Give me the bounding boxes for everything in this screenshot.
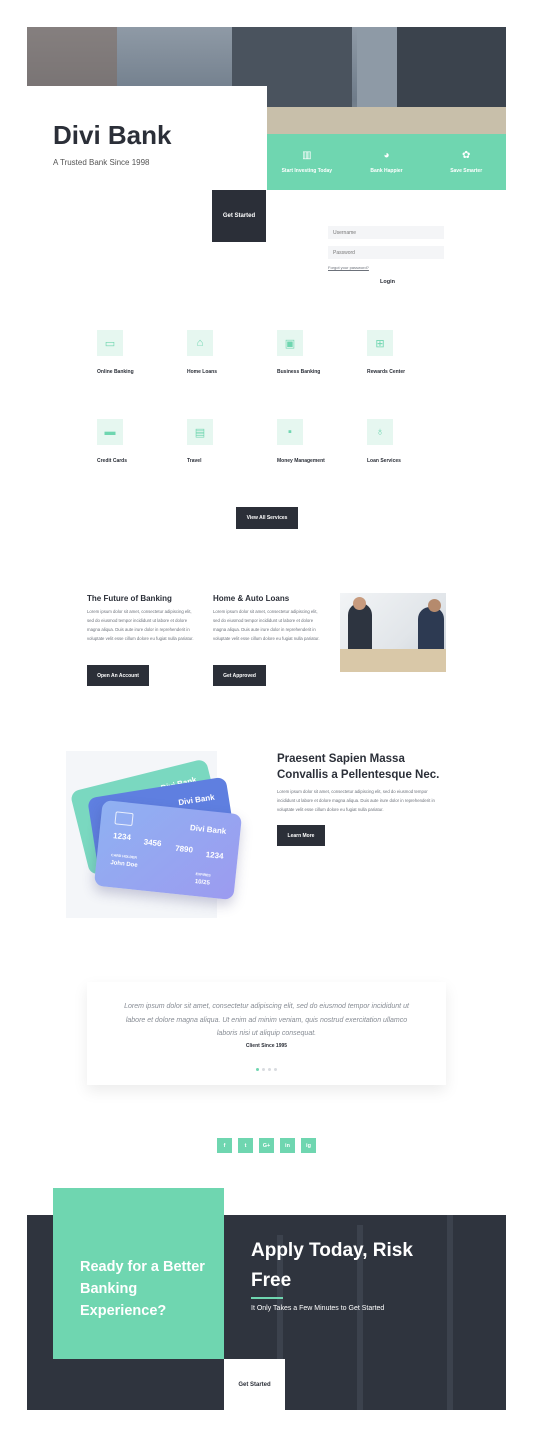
suitcase-icon: ▤: [194, 426, 206, 439]
column-title-future-banking: The Future of Banking: [87, 594, 172, 603]
house-icon: ⌂: [196, 337, 204, 349]
cta-get-started-button[interactable]: Get Started: [224, 1359, 285, 1410]
service-travel[interactable]: ▤ Travel: [187, 419, 267, 464]
money-icon: ▪: [288, 426, 292, 438]
card-chip-icon: [114, 811, 134, 827]
business-meeting-photo: [340, 593, 446, 672]
testimonial-author: Client Since 1995: [245, 1043, 288, 1049]
get-approved-button[interactable]: Get Approved: [213, 665, 266, 686]
pagination-dot[interactable]: [274, 1068, 277, 1071]
open-account-button[interactable]: Open An Account: [87, 665, 149, 686]
service-loan-services[interactable]: ♁ Loan Services: [367, 419, 447, 464]
cards-section-text: Lorem ipsum dolor sit amet, consectetur …: [277, 789, 435, 812]
page-title: Divi Bank: [53, 120, 172, 150]
cta-right-title: Apply Today, Risk Free: [251, 1240, 413, 1291]
get-started-button[interactable]: Get Started: [212, 190, 266, 242]
column-text-home-auto-loans: Lorem ipsum dolor sit amet, consectetur …: [213, 609, 320, 641]
briefcase-icon: ▣: [284, 337, 296, 350]
feature-start-investing[interactable]: ▥ Start Investing Today: [267, 134, 347, 190]
twitter-icon[interactable]: t: [238, 1138, 253, 1153]
feature-save-smarter[interactable]: ✿ Save Smarter: [426, 134, 506, 190]
google-plus-icon[interactable]: G+: [259, 1138, 274, 1153]
facebook-icon[interactable]: f: [217, 1138, 232, 1153]
service-online-banking[interactable]: ▭ Online Banking: [97, 330, 177, 375]
pagination-dot[interactable]: [262, 1068, 265, 1071]
learn-more-button[interactable]: Learn More: [277, 825, 325, 846]
credit-card-front: Divi Bank 1234 3456 7890 1234 CARD HOLDE…: [93, 799, 243, 901]
hero-features-bar: ▥ Start Investing Today ◕ Bank Happier ✿…: [267, 134, 506, 190]
linkedin-icon[interactable]: in: [280, 1138, 295, 1153]
view-all-services-button[interactable]: View All Services: [236, 507, 298, 529]
cards-section-title: Praesent Sapien Massa Convallis a Pellen…: [277, 753, 440, 781]
column-title-home-auto-loans: Home & Auto Loans: [213, 594, 290, 603]
service-business-banking[interactable]: ▣ Business Banking: [277, 330, 357, 375]
column-text-future-banking: Lorem ipsum dolor sit amet, consectetur …: [87, 609, 194, 641]
money-bag-icon: ♁: [375, 426, 385, 438]
pagination-dot-active[interactable]: [256, 1068, 259, 1071]
login-button[interactable]: Login: [380, 279, 395, 285]
piggy-bank-icon: ✿: [461, 149, 471, 161]
service-rewards-center[interactable]: ⊞ Rewards Center: [367, 330, 447, 375]
pie-chart-icon: ◕: [383, 149, 390, 161]
service-money-management[interactable]: ▪ Money Management: [277, 419, 357, 464]
forgot-password-link[interactable]: Forgot your password?: [328, 265, 369, 270]
username-field[interactable]: [328, 226, 444, 239]
credit-card-icon: ▬: [104, 426, 116, 438]
instagram-icon[interactable]: ig: [301, 1138, 316, 1153]
cta-subtitle: It Only Takes a Few Minutes to Get Start…: [251, 1305, 385, 1312]
testimonial-quote: Lorem ipsum dolor sit amet, consectetur …: [124, 1003, 409, 1037]
service-home-loans[interactable]: ⌂ Home Loans: [187, 330, 267, 375]
feature-bank-happier[interactable]: ◕ Bank Happier: [347, 134, 427, 190]
service-credit-cards[interactable]: ▬ Credit Cards: [97, 419, 177, 464]
gift-icon: ⊞: [375, 337, 385, 350]
cta-left-title: Ready for a Better Banking Experience?: [80, 1259, 205, 1319]
monitor-icon: ▭: [104, 337, 116, 350]
cta-divider: [251, 1297, 283, 1299]
hero-subtitle: A Trusted Bank Since 1998: [53, 158, 150, 167]
pagination-dot[interactable]: [268, 1068, 271, 1071]
testimonial-pagination: [256, 1068, 277, 1071]
password-field[interactable]: [328, 246, 444, 259]
chart-icon: ▥: [302, 149, 312, 161]
